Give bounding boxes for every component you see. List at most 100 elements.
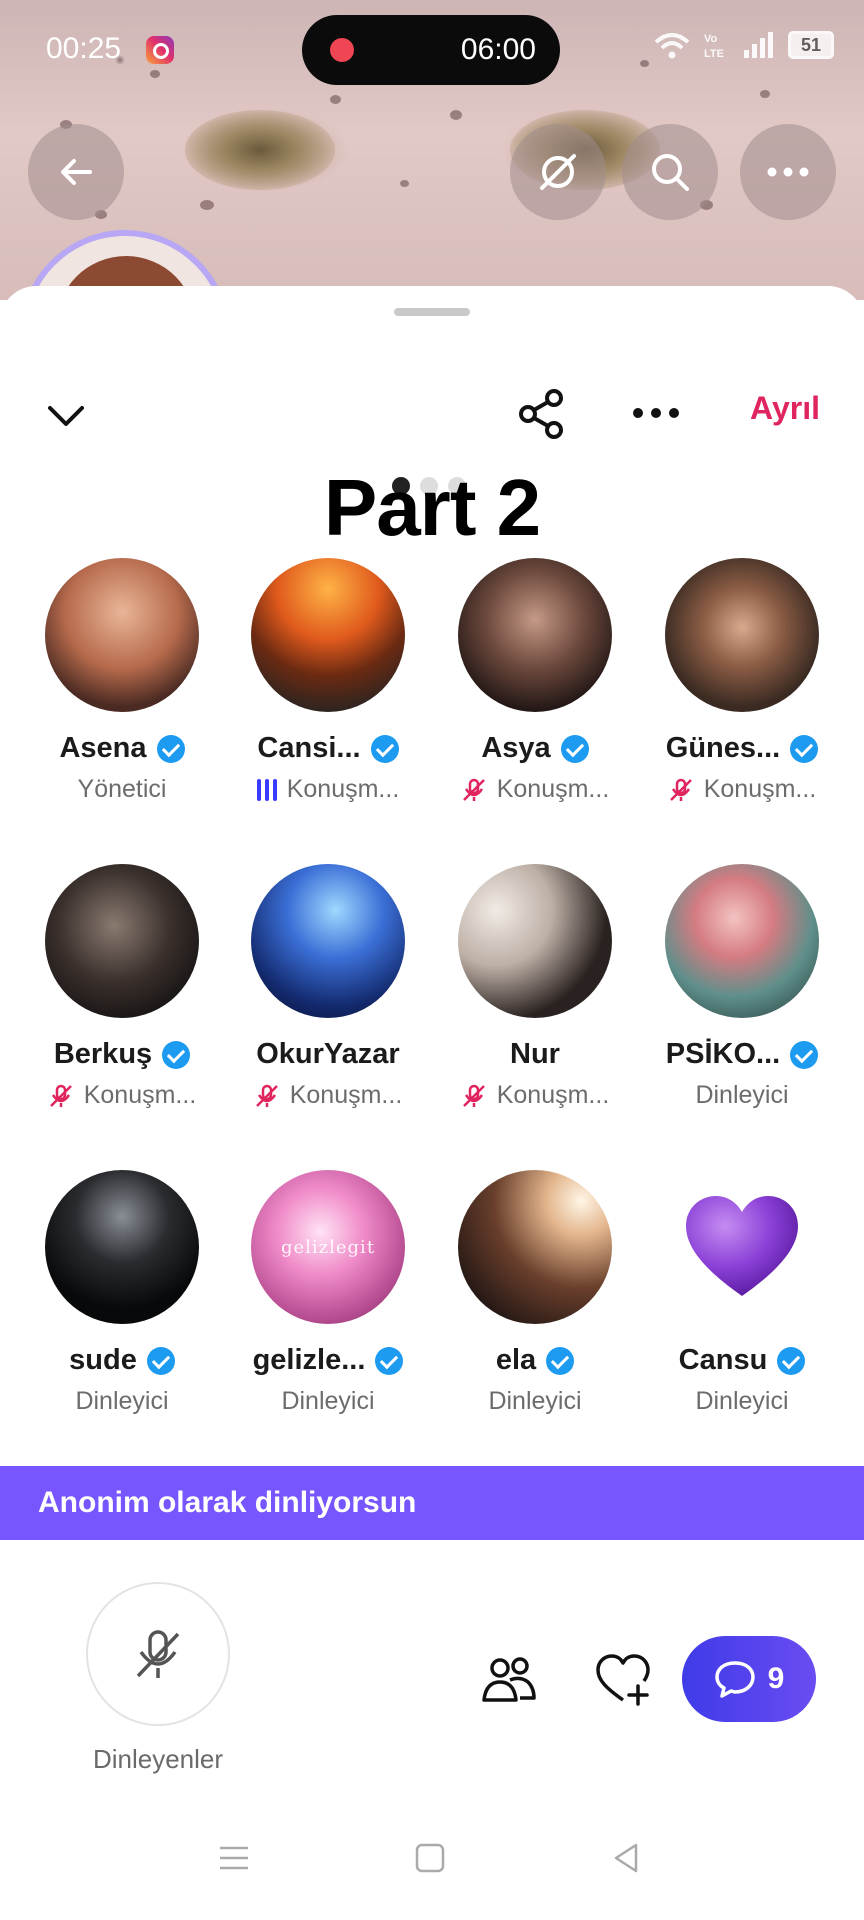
avatar [458,864,612,1018]
participant-card[interactable]: Berkuş Konuşm... [19,864,225,1110]
avatar [251,558,405,712]
listeners-label: Dinleyenler [92,1744,224,1774]
instagram-icon [146,36,174,64]
recording-time: 06:00 [460,33,536,66]
heart-add-icon[interactable] [594,1650,652,1708]
participant-status: Konuşm... [289,1081,403,1109]
comments-button[interactable]: 9 [682,1636,816,1722]
anonymous-listening-banner: Anonim olarak dinliyorsun [0,1466,864,1540]
avatar [251,864,405,1018]
volte-icon: Vo LTE [704,33,724,60]
mic-off-icon [462,778,485,801]
participant-role: Dinleyici [695,1081,789,1109]
menu-icon[interactable] [214,1838,254,1878]
participant-role: Dinleyici [75,1387,169,1415]
hide-space-button[interactable] [510,124,606,220]
more-horizontal-icon[interactable] [632,406,680,420]
speaking-bars-icon [256,778,277,801]
participant-role: Dinleyici [488,1387,582,1415]
participant-role: Dinleyici [695,1387,789,1415]
system-icons: Vo LTE 51 [652,30,834,60]
home-square-icon[interactable] [410,1838,450,1878]
leave-button[interactable]: Ayrıl [750,390,820,427]
cover-eye-left [185,110,335,190]
participant-card[interactable]: Asya Konuşm... [432,558,638,804]
participant-name: Berkuş [53,1038,153,1070]
participant-card[interactable]: Cansu Dinleyici [639,1170,845,1416]
participant-status: Konuşm... [496,775,610,803]
verified-badge-icon [560,734,589,763]
verified-badge-icon [375,1346,404,1375]
participant-card[interactable]: OkurYazar Konuşm... [225,864,431,1110]
slash-circle-icon [540,154,576,190]
verified-badge-icon [370,734,399,763]
verified-badge-icon [790,734,819,763]
more-horizontal-icon [767,167,809,177]
signal-icon [744,32,773,58]
participant-name: Cansu [678,1344,768,1376]
comments-count: 9 [767,1662,785,1695]
participant-name: Asena [59,732,147,764]
wifi-icon [654,33,690,59]
sheet-grabber[interactable] [394,308,470,316]
system-navigation-bar [0,1830,864,1900]
more-options-button[interactable] [740,124,836,220]
mic-off-icon [669,778,692,801]
back-button[interactable] [28,124,124,220]
participant-card[interactable]: sude Dinleyici [19,1170,225,1416]
participant-name: Günes... [665,732,781,764]
participant-card[interactable]: ela Dinleyici [432,1170,638,1416]
avatar [458,558,612,712]
mic-off-icon [462,1084,485,1107]
purple-heart-icon [686,1196,798,1296]
search-button[interactable] [622,124,718,220]
participant-status: Konuşm... [703,775,817,803]
participant-name: ela [495,1344,537,1376]
mic-off-icon [136,1630,180,1678]
status-bar: 00:25 06:00 Vo LTE 51 [0,0,864,100]
participant-card[interactable]: Asena Yönetici [19,558,225,804]
svg-text:LTE: LTE [704,48,724,60]
participant-name: PSİKO... [665,1038,781,1070]
chevron-down-icon[interactable] [44,398,88,434]
participant-card[interactable]: gelizlegit gelizle... Dinleyici [225,1170,431,1416]
participant-name: Nur [510,1038,560,1070]
video-overlay-title: Part 2 [323,463,541,552]
screen-recording-pill[interactable]: 06:00 [302,15,560,85]
verified-badge-icon [156,734,185,763]
participant-name: Cansi... [257,732,361,764]
participant-card[interactable]: Nur Konuşm... [432,864,638,1110]
avatar [665,864,819,1018]
mic-off-icon [255,1084,278,1107]
mic-button[interactable] [86,1582,230,1726]
mic-off-icon [49,1084,72,1107]
verified-badge-icon [790,1040,819,1069]
back-triangle-icon[interactable] [606,1838,646,1878]
avatar [665,1170,819,1324]
avatar [45,1170,199,1324]
participant-card[interactable]: Günes... Konuşm... [639,558,845,804]
verified-badge-icon [777,1346,806,1375]
participant-name: gelizle... [252,1344,366,1376]
participant-status: Konuşm... [286,775,400,803]
participant-card[interactable]: Cansi... Konuşm... [225,558,431,804]
participant-status: Konuşm... [83,1081,197,1109]
status-time: 00:25 [46,32,122,65]
participant-name: sude [69,1344,137,1376]
participant-name: OkurYazar [256,1038,400,1070]
avatar: gelizlegit [251,1170,405,1324]
participant-role: Dinleyici [281,1387,375,1415]
svg-text:Vo: Vo [704,33,718,45]
verified-badge-icon [146,1346,175,1375]
participant-status: Konuşm... [496,1081,610,1109]
avatar [45,558,199,712]
search-icon [652,154,689,191]
verified-badge-icon [162,1040,191,1069]
share-icon[interactable] [516,388,568,440]
avatar-caption: gelizlegit [280,1236,376,1258]
avatar [45,864,199,1018]
participant-role: Yönetici [77,775,167,803]
people-icon[interactable] [480,1650,538,1708]
avatar [665,558,819,712]
participant-card[interactable]: PSİKO... Dinleyici [639,864,845,1110]
